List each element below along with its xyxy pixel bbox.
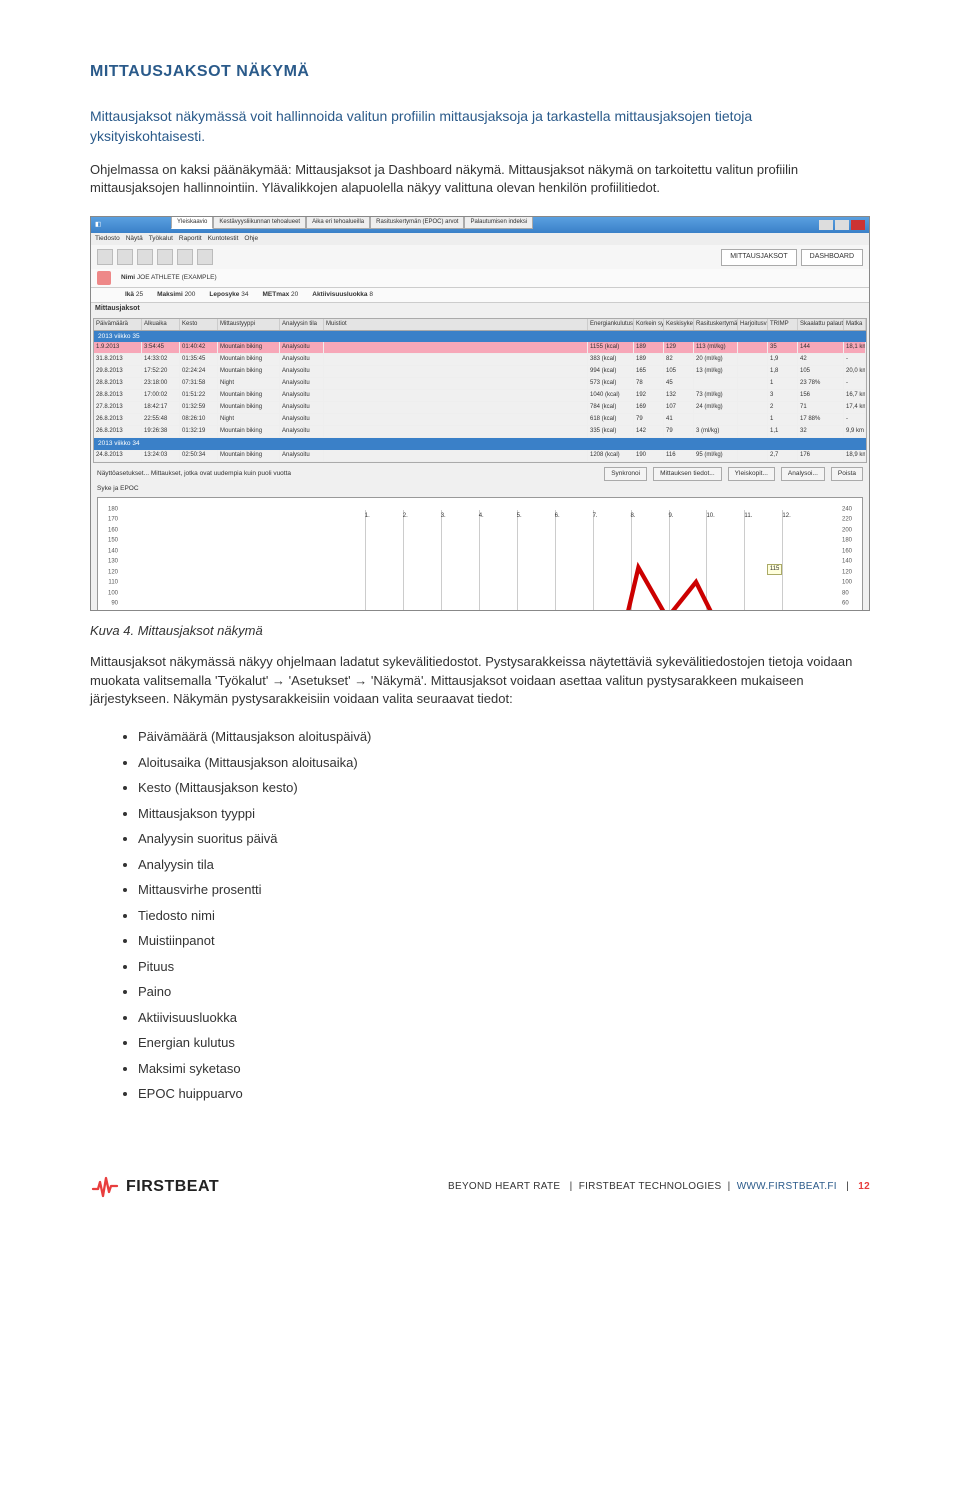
tab-dashboard[interactable]: DASHBOARD bbox=[801, 249, 863, 266]
list-item: Mittausvirhe prosentti bbox=[138, 880, 870, 900]
table-row[interactable]: 28.8.201317:00:0201:51:22Mountain biking… bbox=[94, 390, 866, 402]
menu-item[interactable]: Näytä bbox=[126, 234, 143, 244]
section-label: Mittausjaksot bbox=[91, 303, 869, 316]
minimize-button[interactable] bbox=[819, 220, 833, 230]
page-footer: FIRSTBEAT BEYOND HEART RATE | FIRSTBEAT … bbox=[90, 1174, 870, 1200]
menu-item[interactable]: Työkalut bbox=[149, 234, 173, 244]
toolbar-icon[interactable] bbox=[197, 249, 213, 265]
table-row[interactable]: 28.8.201323:18:0007:31:58NightAnalysoitu… bbox=[94, 378, 866, 390]
group-header[interactable]: 2013 viikko 35 bbox=[94, 331, 866, 343]
table-header[interactable]: Päivämäärä Alkuaika Kesto Mittaustyyppi … bbox=[94, 319, 866, 331]
delete-button[interactable]: Poista bbox=[831, 467, 863, 481]
filter-label[interactable]: Näyttöasetukset... Mittaukset, jotka ova… bbox=[97, 469, 291, 479]
list-item: Tiedosto nimi bbox=[138, 906, 870, 926]
chart-lines bbox=[120, 510, 840, 612]
list-item: Analyysin tila bbox=[138, 855, 870, 875]
chart-tab[interactable]: Yleiskaavio bbox=[171, 216, 213, 229]
figure-caption: Kuva 4. Mittausjaksot näkymä bbox=[90, 621, 870, 641]
toolbar-icon[interactable] bbox=[137, 249, 153, 265]
table-row[interactable]: 1.9.20133:54:4501:40:42Mountain bikingAn… bbox=[94, 342, 866, 354]
maximize-button[interactable] bbox=[835, 220, 849, 230]
table-toolbar: Näyttöasetukset... Mittaukset, jotka ova… bbox=[91, 465, 869, 483]
footer-text: BEYOND HEART RATE | FIRSTBEAT TECHNOLOGI… bbox=[448, 1179, 870, 1194]
profile-info: Nimi JOE ATHLETE (EXAMPLE) bbox=[91, 269, 869, 288]
table-row[interactable]: 27.8.201318:42:1701:32:59Mountain biking… bbox=[94, 402, 866, 414]
section-heading: MITTAUSJAKSOT NÄKYMÄ bbox=[90, 60, 870, 84]
list-item: Päivämäärä (Mittausjakson aloituspäivä) bbox=[138, 727, 870, 747]
app-screenshot: ◧ Firstbeat SPORTS Tiedosto Näytä Työkal… bbox=[90, 216, 870, 611]
column-options-list: Päivämäärä (Mittausjakson aloituspäivä) A… bbox=[90, 727, 870, 1104]
toolbar-icon[interactable] bbox=[97, 249, 113, 265]
sync-button[interactable]: Synkronoi bbox=[604, 467, 647, 481]
list-item: Mittausjakson tyyppi bbox=[138, 804, 870, 824]
table-row[interactable]: 24.8.201313:24:0302:50:34Mountain biking… bbox=[94, 450, 866, 462]
list-item: EPOC huippuarvo bbox=[138, 1084, 870, 1104]
menu-item[interactable]: Raportit bbox=[179, 234, 202, 244]
list-item: Energian kulutus bbox=[138, 1033, 870, 1053]
list-item: Maksimi syketaso bbox=[138, 1059, 870, 1079]
body-paragraph-1: Ohjelmassa on kaksi päänäkymää: Mittausj… bbox=[90, 161, 870, 199]
group-header[interactable]: 2013 viikko 34 bbox=[94, 438, 866, 450]
chart-tab[interactable]: Aika eri tehoalueilla bbox=[306, 216, 370, 229]
measurements-table: Päivämäärä Alkuaika Kesto Mittaustyyppi … bbox=[93, 318, 867, 464]
table-row[interactable]: 31.8.201314:33:0201:35:45Mountain biking… bbox=[94, 354, 866, 366]
menubar[interactable]: Tiedosto Näytä Työkalut Raportit Kuntote… bbox=[91, 233, 869, 245]
toolbar: MITTAUSJAKSOT DASHBOARD bbox=[91, 245, 869, 269]
profile-stats: Ikä 25 Maksimi 200 Leposyke 34 METmax 20… bbox=[91, 288, 869, 303]
table-row[interactable]: 29.8.201317:52:2002:24:24Mountain biking… bbox=[94, 366, 866, 378]
overview-button[interactable]: Yleiskopit... bbox=[728, 467, 775, 481]
menu-item[interactable]: Ohje bbox=[244, 234, 258, 244]
table-row[interactable]: 26.8.201322:55:4808:26:10NightAnalysoitu… bbox=[94, 414, 866, 426]
chart-title: Syke ja EPOC bbox=[97, 484, 139, 494]
marker-tooltip: 115 bbox=[767, 564, 783, 575]
list-item: Analyysin suoritus päivä bbox=[138, 829, 870, 849]
details-button[interactable]: Mittauksen tiedot... bbox=[653, 467, 722, 481]
chart-tab[interactable]: Kestävyysliikunnan tehoalueet bbox=[213, 216, 306, 229]
list-item: Muistiinpanot bbox=[138, 931, 870, 951]
toolbar-icon[interactable] bbox=[157, 249, 173, 265]
menu-item[interactable]: Tiedosto bbox=[95, 234, 120, 244]
chart-tab[interactable]: Palautumisen indeksi bbox=[464, 216, 533, 229]
intro-paragraph: Mittausjaksot näkymässä voit hallinnoida… bbox=[90, 106, 870, 147]
close-button[interactable] bbox=[851, 220, 865, 230]
chart-tab[interactable]: Rasituskertymän (EPOC) arvot bbox=[370, 216, 464, 229]
list-item: Aktiivisuusluokka bbox=[138, 1008, 870, 1028]
avatar-icon bbox=[97, 271, 111, 285]
logo-text: FIRSTBEAT bbox=[126, 1175, 219, 1199]
tab-mittausjaksot[interactable]: MITTAUSJAKSOT bbox=[721, 249, 796, 266]
list-item: Paino bbox=[138, 982, 870, 1002]
hr-epoc-chart: 18017016015014013012011010090807060 2402… bbox=[97, 497, 863, 612]
analyze-button[interactable]: Analysoi... bbox=[781, 467, 825, 481]
list-item: Aloitusaika (Mittausjakson aloitusaika) bbox=[138, 753, 870, 773]
firstbeat-logo: FIRSTBEAT bbox=[90, 1174, 219, 1200]
body-paragraph-2: Mittausjaksot näkymässä näkyy ohjelmaan … bbox=[90, 653, 870, 710]
logo-mark-icon bbox=[90, 1174, 120, 1200]
list-item: Pituus bbox=[138, 957, 870, 977]
list-item: Kesto (Mittausjakson kesto) bbox=[138, 778, 870, 798]
toolbar-icon[interactable] bbox=[117, 249, 133, 265]
menu-item[interactable]: Kuntotestit bbox=[208, 234, 239, 244]
table-row[interactable]: 26.8.201319:26:3801:32:19Mountain biking… bbox=[94, 426, 866, 438]
chart-plot-area: 1.2.3.4.5.6.7.8.9.10.11.12. 115 bbox=[120, 510, 840, 612]
toolbar-icon[interactable] bbox=[177, 249, 193, 265]
